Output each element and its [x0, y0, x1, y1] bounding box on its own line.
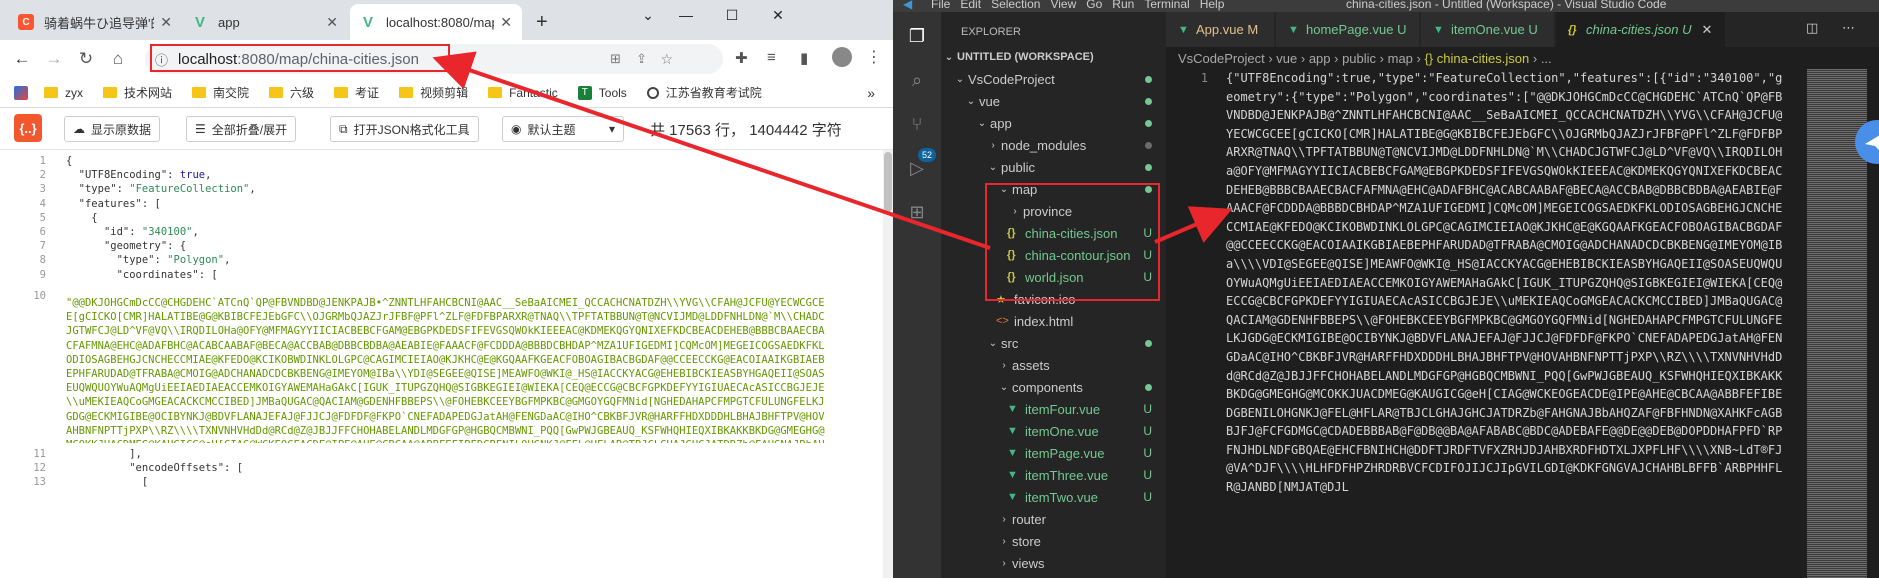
arrow-to-url	[432, 51, 991, 250]
arrow-to-code	[1154, 206, 1233, 244]
annotation-arrows	[432, 51, 1233, 250]
